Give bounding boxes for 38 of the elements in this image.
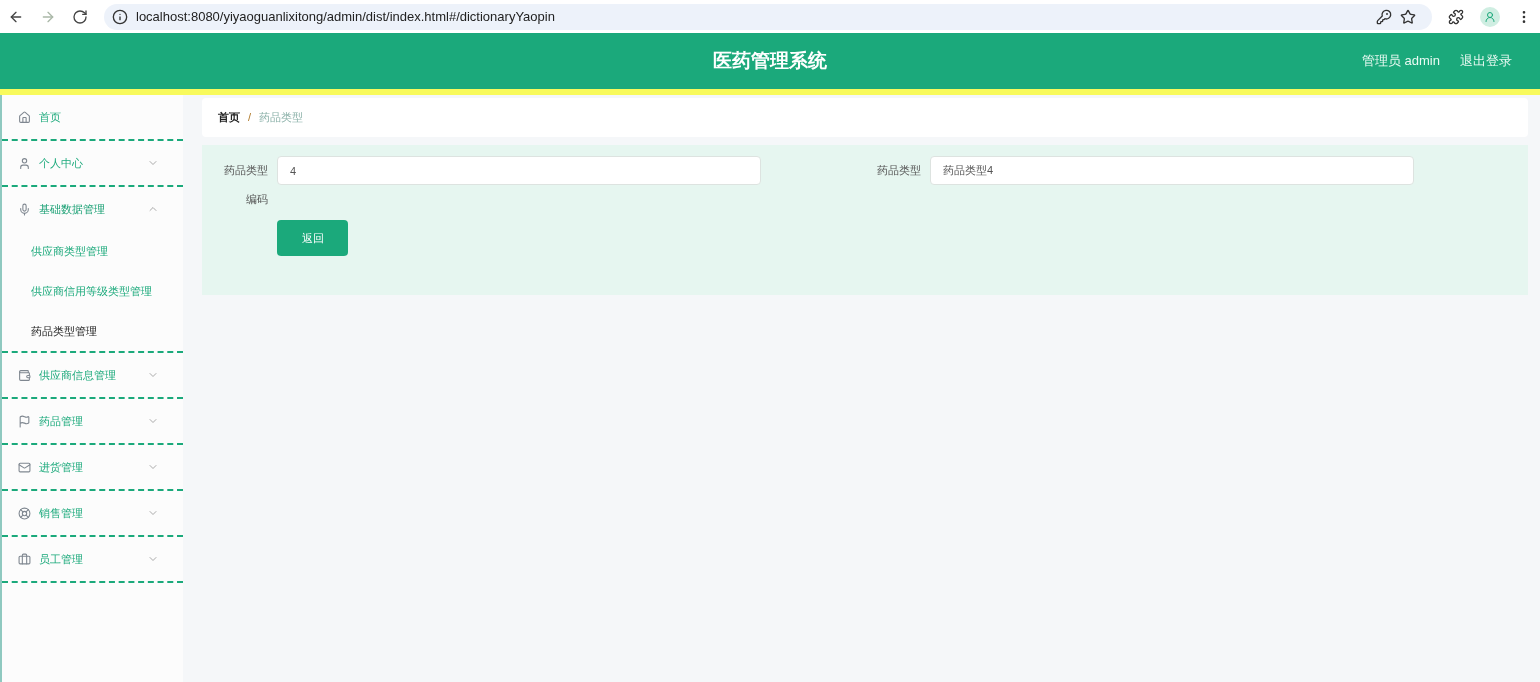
bookmark-star-icon[interactable] xyxy=(1400,8,1416,25)
input-field[interactable]: 药品类型4 xyxy=(930,156,1414,185)
app-title: 医药管理系统 xyxy=(713,48,827,73)
sidebar-item[interactable]: 进货管理 xyxy=(2,445,183,489)
profile-avatar[interactable] xyxy=(1480,6,1500,27)
breadcrumb-item: 药品类型 xyxy=(259,110,304,126)
extensions-icon[interactable] xyxy=(1448,8,1464,25)
sidebar-item[interactable]: 供应商信息管理 xyxy=(2,353,183,397)
sidebar-item[interactable]: 销售管理 xyxy=(2,491,183,535)
field-label: 药品类型编码 xyxy=(223,163,268,207)
home-icon xyxy=(18,110,31,124)
field-label: 药品类型 xyxy=(876,163,921,178)
sidebar-item[interactable]: 首页 xyxy=(2,95,183,139)
sidebar-item[interactable]: 个人中心 xyxy=(2,141,183,185)
lifebuoy-icon xyxy=(18,506,31,520)
user-name: 管理员 admin xyxy=(1361,52,1440,71)
breadcrumb-item[interactable]: 首页 xyxy=(218,109,240,126)
info-icon[interactable] xyxy=(112,8,128,25)
user-icon xyxy=(18,156,31,170)
sidebar-item[interactable]: 员工管理 xyxy=(2,537,183,581)
briefcase-icon xyxy=(18,552,31,566)
key-icon[interactable] xyxy=(1376,8,1392,25)
address-bar[interactable]: localhost:8080/yiyaoguanlixitong/admin/dist/index.html#/dictionaryYaopin xyxy=(104,3,1432,30)
url-text: localhost:8080/yiyaoguanlixitong/admin/dist/index.html#/dictionaryYaopin xyxy=(136,7,555,26)
breadcrumb-separator: / xyxy=(248,110,252,126)
submenu-item[interactable]: 供应商类型管理 xyxy=(2,231,183,271)
mail-icon xyxy=(18,460,31,474)
reload-icon[interactable] xyxy=(72,8,88,25)
back-button[interactable]: 返回 xyxy=(277,220,348,256)
submenu-item[interactable]: 药品类型管理 xyxy=(2,311,183,351)
wallet-icon xyxy=(18,368,31,382)
sidebar-item[interactable]: 药品管理 xyxy=(2,399,183,443)
microphone-icon xyxy=(18,202,31,216)
sidebar-item[interactable]: 基础数据管理 xyxy=(2,187,183,231)
logout-link[interactable]: 退出登录 xyxy=(1460,51,1512,71)
input-field[interactable]: 4 xyxy=(277,156,761,185)
flag-icon xyxy=(18,414,31,428)
submenu-item[interactable]: 供应商信用等级类型管理 xyxy=(2,271,183,311)
